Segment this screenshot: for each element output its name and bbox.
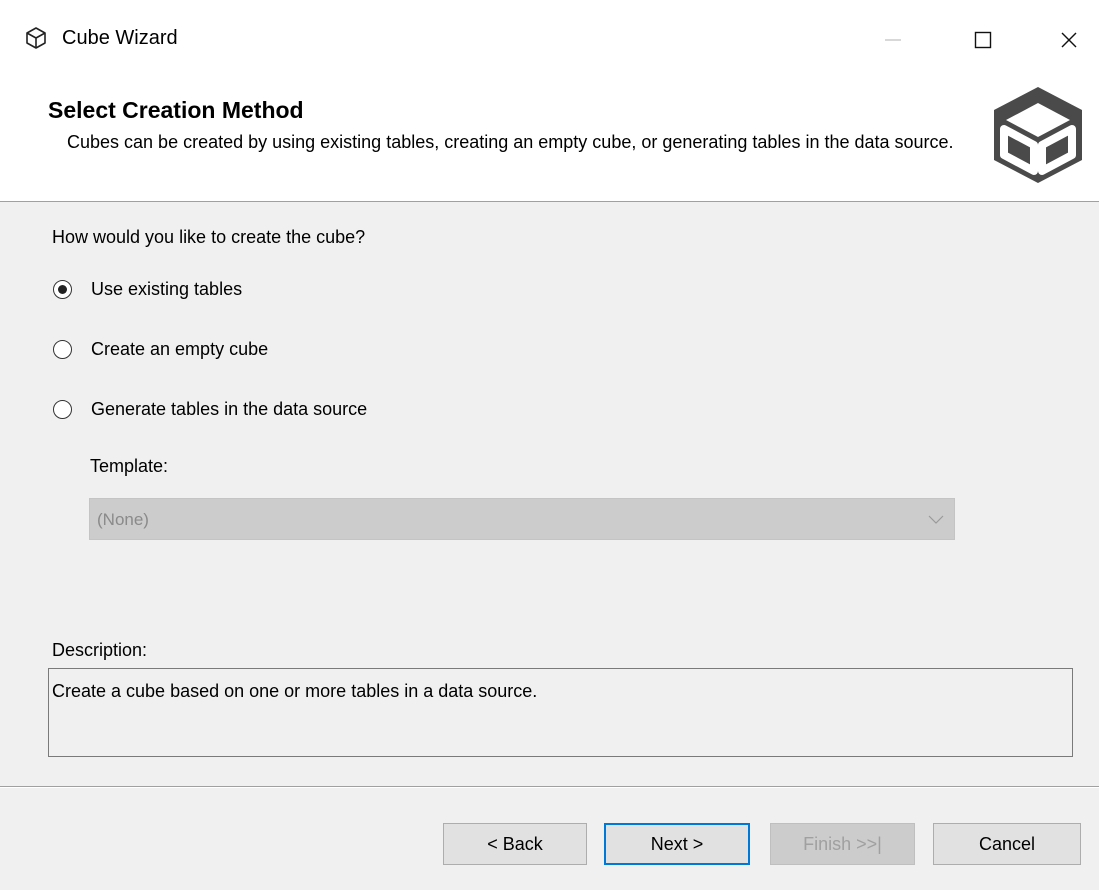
page-title: Select Creation Method <box>48 97 304 123</box>
cube-icon <box>26 27 46 49</box>
chevron-down-icon <box>928 515 944 524</box>
wizard-header: Select Creation Method Cubes can be crea… <box>0 80 1099 202</box>
close-icon <box>1061 32 1077 48</box>
finish-button[interactable]: Finish >>| <box>770 823 915 865</box>
back-button[interactable]: < Back <box>443 823 587 865</box>
description-text: Create a cube based on one or more table… <box>52 681 538 701</box>
cube-logo-icon <box>994 87 1082 183</box>
radio-use-existing-tables[interactable]: Use existing tables <box>53 279 242 300</box>
radio-label: Use existing tables <box>91 279 243 299</box>
radio-indicator[interactable] <box>53 400 72 419</box>
template-label: Template: <box>90 456 169 476</box>
radio-label: Generate tables in the data source <box>91 399 368 419</box>
radio-selected-indicator[interactable] <box>53 280 72 299</box>
minimize-button[interactable] <box>868 15 918 65</box>
close-button[interactable] <box>1044 15 1094 65</box>
template-selected-value: (None) <box>97 510 149 529</box>
description-box: Create a cube based on one or more table… <box>48 668 1073 757</box>
window-title: Cube Wizard <box>62 27 178 49</box>
template-dropdown[interactable]: (None) <box>89 498 955 540</box>
minimize-icon <box>885 39 901 41</box>
radio-create-empty-cube[interactable]: Create an empty cube <box>53 339 268 360</box>
footer-divider-highlight <box>0 787 1099 788</box>
radio-generate-tables[interactable]: Generate tables in the data source <box>53 399 367 420</box>
radio-label: Create an empty cube <box>91 339 269 359</box>
cancel-button[interactable]: Cancel <box>933 823 1081 865</box>
creation-question: How would you like to create the cube? <box>52 227 366 247</box>
radio-indicator[interactable] <box>53 340 72 359</box>
description-label: Description: <box>52 640 148 660</box>
maximize-icon <box>974 31 992 49</box>
title-bar: Cube Wizard <box>0 0 1099 80</box>
page-description: Cubes can be created by using existing t… <box>67 132 954 152</box>
next-button[interactable]: Next > <box>604 823 750 865</box>
maximize-button[interactable] <box>958 15 1008 65</box>
